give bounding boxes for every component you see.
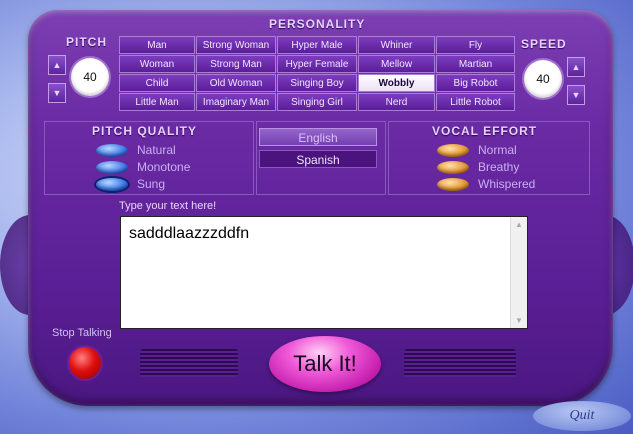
radio-pill-icon (96, 160, 128, 174)
scroll-down-icon[interactable]: ▼ (515, 316, 523, 325)
voice-button-old-woman[interactable]: Old Woman (196, 74, 276, 92)
radio-label: Normal (478, 143, 517, 157)
voice-button-mellow[interactable]: Mellow (358, 55, 435, 73)
voice-button-singing-girl[interactable]: Singing Girl (277, 93, 357, 111)
radio-pill-icon (96, 177, 128, 191)
voice-button-martian[interactable]: Martian (436, 55, 515, 73)
personality-title: PERSONALITY (269, 17, 366, 31)
language-spanish-button[interactable]: Spanish (259, 150, 377, 168)
speed-up-button[interactable]: ▲ (567, 57, 585, 77)
pitch-title: PITCH (66, 35, 107, 49)
voice-button-nerd[interactable]: Nerd (358, 93, 435, 111)
radio-label: Natural (137, 143, 176, 157)
language-english-button[interactable]: English (259, 128, 377, 146)
radio-pill-icon (437, 177, 469, 191)
personality-grid: Man Strong Woman Hyper Male Whiner Fly Woman S… (119, 36, 515, 111)
pitch-down-button[interactable]: ▼ (48, 83, 66, 103)
text-input-value: sadddlaazzzddfn (129, 225, 250, 242)
pitch-quality-sung[interactable]: Sung (96, 177, 165, 191)
radio-pill-icon (437, 143, 469, 157)
voice-button-fly[interactable]: Fly (436, 36, 515, 54)
speed-down-button[interactable]: ▼ (567, 85, 585, 105)
radio-label: Breathy (478, 160, 520, 174)
radio-label: Monotone (137, 160, 191, 174)
voice-button-wobbly[interactable]: Wobbly (358, 74, 435, 92)
left-speaker-grille (140, 349, 238, 377)
triangle-up-icon: ▲ (571, 62, 581, 72)
voice-button-strong-woman[interactable]: Strong Woman (196, 36, 276, 54)
pitch-quality-monotone[interactable]: Monotone (96, 160, 190, 174)
voice-button-big-robot[interactable]: Big Robot (436, 74, 515, 92)
pitch-up-button[interactable]: ▲ (48, 55, 66, 75)
text-input-label: Type your text here! (119, 200, 217, 212)
radio-label: Sung (137, 177, 166, 191)
text-scrollbar[interactable]: ▲ ▼ (510, 217, 527, 328)
voice-button-imaginary-man[interactable]: Imaginary Man (196, 93, 276, 111)
pitch-value: 40 (71, 58, 109, 96)
vocal-effort-normal[interactable]: Normal (437, 143, 517, 157)
speed-title: SPEED (521, 37, 567, 51)
voice-button-hyper-male[interactable]: Hyper Male (277, 36, 357, 54)
vocal-effort-breathy[interactable]: Breathy (437, 160, 519, 174)
voice-button-strong-man[interactable]: Strong Man (196, 55, 276, 73)
stop-talking-label: Stop Talking (52, 327, 112, 339)
voice-button-singing-boy[interactable]: Singing Boy (277, 74, 357, 92)
text-input[interactable]: sadddlaazzzddfn ▲ ▼ (120, 216, 528, 329)
speed-value: 40 (524, 60, 562, 98)
scroll-up-icon[interactable]: ▲ (515, 220, 523, 229)
voice-button-little-robot[interactable]: Little Robot (436, 93, 515, 111)
voice-button-child[interactable]: Child (119, 74, 195, 92)
vocal-effort-title: VOCAL EFFORT (432, 124, 538, 138)
right-speaker-grille (404, 349, 516, 377)
voice-button-hyper-female[interactable]: Hyper Female (277, 55, 357, 73)
quit-button[interactable]: Quit (533, 401, 631, 431)
voice-button-man[interactable]: Man (119, 36, 195, 54)
triangle-down-icon: ▼ (52, 88, 62, 98)
voice-button-woman[interactable]: Woman (119, 55, 195, 73)
voice-button-little-man[interactable]: Little Man (119, 93, 195, 111)
pitch-quality-title: PITCH QUALITY (92, 124, 197, 138)
radio-pill-icon (96, 143, 128, 157)
stop-talking-button[interactable] (67, 345, 103, 381)
radio-label: Whispered (478, 177, 536, 191)
radio-pill-icon (437, 160, 469, 174)
voice-button-whiner[interactable]: Whiner (358, 36, 435, 54)
triangle-down-icon: ▼ (571, 90, 581, 100)
vocal-effort-whispered[interactable]: Whispered (437, 177, 535, 191)
triangle-up-icon: ▲ (52, 60, 62, 70)
talk-it-button[interactable]: Talk It! (269, 336, 381, 392)
pitch-quality-natural[interactable]: Natural (96, 143, 176, 157)
